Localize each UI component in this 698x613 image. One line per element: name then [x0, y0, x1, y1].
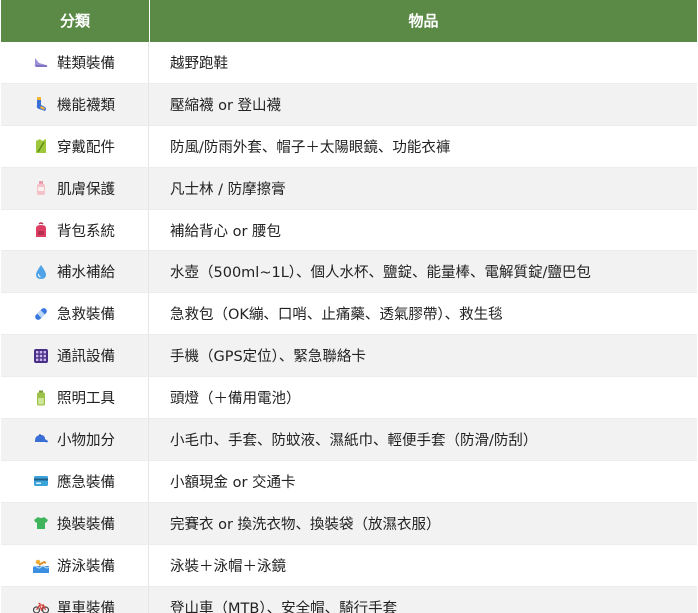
item-text: 急救包（OK繃、口哨、止痛藥、透氣膠帶）、救生毯: [170, 307, 503, 324]
category-label: 小物加分: [57, 432, 115, 449]
category-label: 換裝裝備: [57, 516, 115, 533]
header-category: 分類: [1, 0, 150, 42]
category-label: 單車裝備: [57, 600, 115, 613]
credit-card-icon: [33, 473, 49, 489]
table-row: 單車裝備 登山車（MTB）、安全帽、騎行手套: [1, 586, 697, 613]
table-row: 換裝裝備 完賽衣 or 換洗衣物、換裝袋（放濕衣服）: [1, 502, 697, 545]
header-item: 物品: [408, 12, 439, 30]
table-row: 急救裝備 急救包（OK繃、口哨、止痛藥、透氣膠帶）、救生毯: [1, 293, 697, 336]
table-row: 應急裝備 小額現金 or 交通卡: [1, 460, 697, 503]
item-text: 頭燈（＋備用電池）: [170, 391, 301, 408]
category-label: 背包系統: [57, 223, 115, 240]
swimmer-icon: [33, 557, 49, 574]
phone-keypad-icon: [33, 348, 49, 364]
table-row: 通訊設備 手機（GPS定位）、緊急聯絡卡: [1, 335, 697, 378]
lotion-bottle-icon: [33, 180, 49, 196]
item-text: 越野跑鞋: [170, 55, 228, 72]
item-text: 防風/防雨外套、帽子＋太陽眼鏡、功能衣褲: [170, 139, 451, 156]
item-text: 小額現金 or 交通卡: [170, 474, 296, 491]
table-row: 機能襪類 壓縮襪 or 登山襪: [1, 83, 697, 126]
backpack-icon: [33, 222, 49, 238]
item-text: 登山車（MTB）、安全帽、騎行手套: [170, 600, 398, 613]
category-label: 穿戴配件: [57, 139, 115, 156]
category-label: 機能襪類: [57, 97, 115, 114]
tshirt-icon: [33, 515, 49, 531]
category-label: 肌膚保護: [57, 181, 115, 198]
bandage-icon: [33, 306, 49, 322]
item-text: 小毛巾、手套、防蚊液、濕紙巾、輕便手套（防滑/防刮）: [170, 432, 538, 449]
table-row: 小物加分 小毛巾、手套、防蚊液、濕紙巾、輕便手套（防滑/防刮）: [1, 419, 697, 461]
cap-icon: [33, 431, 49, 447]
item-text: 水壺（500ml~1L）、個人水杯、鹽錠、能量棒、電解質錠/鹽巴包: [170, 265, 591, 282]
category-label: 補水補給: [57, 265, 115, 282]
item-text: 補給背心 or 腰包: [170, 223, 282, 240]
category-label: 急救裝備: [57, 307, 115, 324]
item-text: 完賽衣 or 換洗衣物、換裝袋（放濕衣服）: [170, 516, 441, 533]
item-text: 壓縮襪 or 登山襪: [170, 97, 282, 114]
table-row: 照明工具 頭燈（＋備用電池）: [1, 377, 697, 420]
shoe-icon: [33, 54, 49, 70]
table-row: 穿戴配件 防風/防雨外套、帽子＋太陽眼鏡、功能衣褲: [1, 125, 697, 168]
table-header: 分類 物品: [1, 0, 697, 42]
category-label: 游泳裝備: [57, 558, 115, 575]
category-label: 通訊設備: [57, 349, 115, 366]
category-label: 鞋類裝備: [57, 55, 115, 72]
table-row: 鞋類裝備 越野跑鞋: [1, 42, 697, 84]
category-label: 應急裝備: [57, 474, 115, 491]
item-text: 泳裝＋泳帽＋泳鏡: [170, 558, 286, 575]
socks-icon: [33, 96, 49, 112]
category-label: 照明工具: [57, 391, 115, 408]
clothing-icon: [33, 138, 49, 154]
item-text: 手機（GPS定位）、緊急聯絡卡: [170, 349, 366, 366]
table-row: 肌膚保護 凡士林 / 防摩擦膏: [1, 167, 697, 210]
table-row: 游泳裝備 泳裝＋泳帽＋泳鏡: [1, 544, 697, 587]
table-row: 補水補給 水壺（500ml~1L）、個人水杯、鹽錠、能量棒、電解質錠/鹽巴包: [1, 251, 697, 294]
battery-icon: [33, 390, 49, 406]
table-row: 背包系統 補給背心 or 腰包: [1, 209, 697, 252]
bicycle-icon: [33, 599, 49, 613]
gear-table: 分類 物品 鞋類裝備 越野跑鞋 機能襪類 壓縮襪 or 登山襪 穿戴配件 防風/…: [1, 0, 697, 613]
water-drop-icon: [33, 264, 49, 280]
item-text: 凡士林 / 防摩擦膏: [170, 181, 286, 198]
